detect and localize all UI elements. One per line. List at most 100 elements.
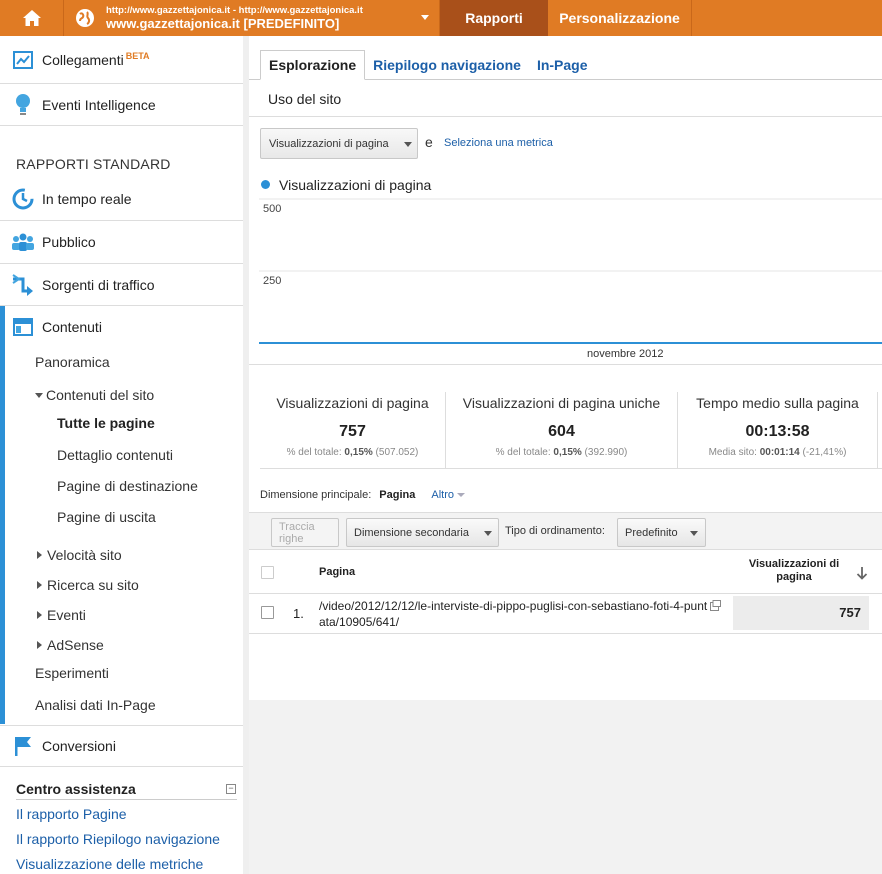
sidebar-sub-panoramica[interactable]: Panoramica: [35, 354, 110, 370]
sort-type-dropdown[interactable]: Predefinito: [617, 518, 706, 547]
dimension-altro[interactable]: Altro: [431, 489, 465, 501]
report-tabs: Esplorazione Riepilogo navigazione In-Pa…: [260, 50, 596, 80]
sort-desc-arrow-icon[interactable]: [855, 566, 869, 580]
clock-icon: [11, 187, 35, 211]
sidebar-sub-contenuti-sito[interactable]: Contenuti del sito: [35, 387, 154, 403]
sidebar-sub-esperimenti[interactable]: Esperimenti: [35, 665, 109, 681]
sidebar-item-label: Contenuti: [42, 319, 102, 335]
sidebar-item-conversioni[interactable]: Conversioni: [0, 725, 243, 767]
main-content: Esplorazione Riepilogo navigazione In-Pa…: [249, 36, 882, 874]
track-rows-button[interactable]: Traccia righe: [271, 518, 339, 547]
y-tick-label: 500: [263, 203, 282, 215]
chevron-down-icon: [456, 493, 465, 497]
primary-dimension-row: Dimensione principale: Pagina Altro: [260, 489, 465, 501]
sidebar-sub-label: Velocità sito: [47, 547, 122, 563]
scorecard-title: Tempo medio sulla pagina: [696, 395, 859, 411]
account-name: www.gazzettajonica.it [PREDEFINITO]: [106, 16, 340, 32]
sidebar-item-label: Conversioni: [42, 738, 116, 754]
table-row: 1. /video/2012/12/12/le-interviste-di-pi…: [249, 594, 882, 634]
sidebar-sub-pagine-uscita[interactable]: Pagine di uscita: [57, 509, 156, 525]
sidebar-sub-velocita-sito[interactable]: Velocità sito: [37, 547, 122, 563]
sidebar-item-label: Eventi Intelligence: [42, 96, 156, 113]
sidebar-sub-label: Ricerca su sito: [47, 577, 139, 593]
sidebar-item-eventi-intelligence[interactable]: Eventi Intelligence: [0, 84, 243, 126]
sidebar-item-label: Pubblico: [42, 234, 96, 250]
x-axis-label: novembre 2012: [587, 348, 664, 360]
column-header-views[interactable]: Visualizzazioni di pagina: [739, 558, 849, 584]
layout-icon: [11, 315, 35, 339]
secondary-dimension-label: Dimensione secondaria: [354, 526, 469, 539]
triangle-down-icon: [35, 393, 43, 398]
secondary-dimension-dropdown[interactable]: Dimensione secondaria: [346, 518, 499, 547]
tab-in-page[interactable]: In-Page: [529, 50, 596, 80]
tab-esplorazione[interactable]: Esplorazione: [260, 50, 366, 80]
sidebar-item-contenuti[interactable]: Contenuti: [0, 306, 243, 348]
sidebar-sub-eventi[interactable]: Eventi: [37, 607, 86, 623]
chart-svg: [259, 198, 882, 344]
metric-dropdown[interactable]: Visualizzazioni di pagina: [260, 128, 418, 159]
dimension-pagina[interactable]: Pagina: [379, 489, 415, 501]
row-page-link[interactable]: /video/2012/12/12/le-interviste-di-pippo…: [319, 598, 709, 630]
nav-rapporti[interactable]: Rapporti: [440, 0, 548, 36]
account-selector[interactable]: http://www.gazzettajonica.it - http://ww…: [64, 0, 440, 36]
globe-icon: [76, 9, 94, 27]
row-pageviews: 757: [733, 596, 869, 630]
scorecard-subtext: % del totale: 0,15% (392.990): [495, 447, 628, 458]
scorecard-title: Visualizzazioni di pagina uniche: [462, 395, 661, 411]
chevron-down-icon: [404, 142, 412, 147]
tab-riepilogo-navigazione[interactable]: Riepilogo navigazione: [365, 50, 529, 80]
sidebar-sub-ricerca-sito[interactable]: Ricerca su sito: [37, 577, 139, 593]
triangle-right-icon: [37, 641, 42, 649]
sidebar-sub-pagine-destinazione[interactable]: Pagine di destinazione: [57, 478, 198, 494]
column-header-pagina[interactable]: Pagina: [319, 566, 355, 578]
sidebar-item-label: Sorgenti di traffico: [42, 276, 155, 293]
report-panel: Esplorazione Riepilogo navigazione In-Pa…: [249, 36, 882, 700]
chevron-down-icon: [421, 15, 429, 20]
scorecards: Visualizzazioni di pagina 757 % del tota…: [260, 392, 882, 468]
external-link-icon[interactable]: [710, 600, 721, 611]
chart-window-icon: [11, 48, 35, 72]
sidebar-sub-dettaglio-contenuti[interactable]: Dettaglio contenuti: [57, 447, 173, 463]
sidebar-sub-label: Eventi: [47, 607, 86, 623]
help-link-metriche[interactable]: Visualizzazione delle metriche: [16, 856, 203, 872]
sidebar-item-pubblico[interactable]: Pubblico: [0, 221, 243, 264]
sidebar-item-tempo-reale[interactable]: In tempo reale: [0, 178, 243, 221]
account-url: http://www.gazzettajonica.it - http://ww…: [106, 4, 363, 16]
sidebar-item-sorgenti-traffico[interactable]: Sorgenti di traffico: [0, 264, 243, 306]
row-checkbox[interactable]: [261, 606, 274, 619]
select-all-checkbox[interactable]: [261, 566, 274, 579]
top-bar: http://www.gazzettajonica.it - http://ww…: [0, 0, 882, 36]
people-icon: [11, 230, 35, 254]
sidebar-sub-analisi-in-page[interactable]: Analisi dati In-Page: [35, 697, 156, 713]
scorecard-unique-pageviews: Visualizzazioni di pagina uniche 604 % d…: [446, 392, 678, 468]
traffic-arrows-icon: [11, 273, 35, 297]
nav-personalizzazione[interactable]: Personalizzazione: [548, 0, 692, 36]
lightbulb-icon: [11, 93, 35, 117]
sidebar-item-label: In tempo reale: [42, 191, 132, 207]
scorecard-subtext: % del totale: 0,15% (507.052): [286, 447, 419, 458]
collapse-icon[interactable]: −: [226, 784, 236, 794]
y-tick-label: 250: [263, 275, 282, 287]
chevron-down-icon: [690, 531, 698, 536]
usage-label: Uso del sito: [268, 91, 342, 107]
scorecard-avg-time: Tempo medio sulla pagina 00:13:58 Media …: [678, 392, 878, 468]
line-chart: 500 250: [259, 196, 882, 346]
sidebar-item-collegamenti[interactable]: Collegamenti BETA: [0, 36, 243, 84]
chart-legend-label: Visualizzazioni di pagina: [279, 177, 432, 193]
sidebar-sub-adsense[interactable]: AdSense: [37, 637, 104, 653]
sidebar-sub-label: Contenuti del sito: [46, 387, 155, 403]
chevron-down-icon: [484, 531, 492, 536]
help-link-pagine[interactable]: Il rapporto Pagine: [16, 806, 127, 822]
table-header: Pagina Visualizzazioni di pagina: [249, 550, 882, 594]
beta-badge: BETA: [125, 50, 150, 61]
select-metric-link[interactable]: Seleziona una metrica: [444, 137, 553, 149]
flag-icon: [11, 734, 35, 758]
active-section-indicator: [0, 306, 5, 724]
sidebar-sub-tutte-pagine[interactable]: Tutte le pagine: [57, 415, 155, 431]
primary-dimension-label: Dimensione principale:: [260, 489, 372, 501]
table-toolbar: Traccia righe Dimensione secondaria Tipo…: [249, 512, 882, 550]
help-link-riepilogo[interactable]: Il rapporto Riepilogo navigazione: [16, 831, 220, 847]
home-button[interactable]: [0, 0, 64, 36]
scorecard-pageviews: Visualizzazioni di pagina 757 % del tota…: [260, 392, 446, 468]
and-label: e: [425, 134, 433, 150]
